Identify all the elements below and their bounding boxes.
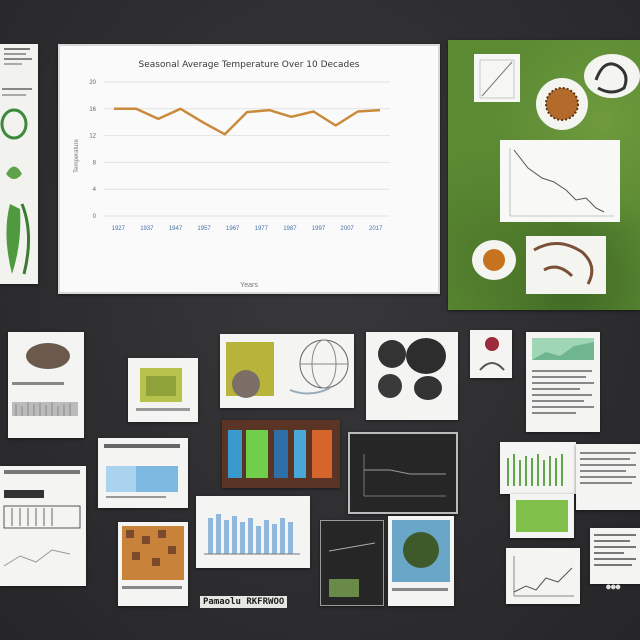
green-box-icon <box>136 368 190 411</box>
rock-shapes-icon <box>378 338 446 400</box>
lower-right-marker: ●●● <box>606 582 621 591</box>
flower-icon <box>479 337 505 371</box>
x-tick-label: 1947 <box>169 226 183 232</box>
text-lines-icon <box>580 452 636 484</box>
card-thumbnail-1 <box>8 332 84 438</box>
y-tick-label: 12 <box>89 134 96 140</box>
green-screen-icon <box>516 500 568 532</box>
table-sheet-icon <box>3 470 81 567</box>
x-tick-label: 1937 <box>140 226 154 232</box>
card-thumbnail-16 <box>576 444 640 510</box>
stone-icon <box>12 343 78 416</box>
chart-y-axis-title: Temperature <box>74 138 80 172</box>
blue-block-chart <box>104 444 180 498</box>
x-tick-label: 1987 <box>283 226 297 232</box>
x-tick-label: 1967 <box>226 226 240 232</box>
card-thumbnail-19 <box>590 528 640 584</box>
x-tick-label: 2017 <box>369 226 383 232</box>
dark-chart-icon <box>363 454 446 497</box>
series-line <box>114 107 381 136</box>
main-line-chart: Seasonal Average Temperature Over 10 Dec… <box>58 44 440 294</box>
y-tick-label: 0 <box>93 214 97 220</box>
x-tick-label: 1927 <box>112 226 126 232</box>
card-thumbnail-17 <box>510 494 574 538</box>
left-sidebar-sheet <box>0 44 38 284</box>
card-thumbnail-8 <box>222 420 340 488</box>
plant-sketch-icon <box>0 48 32 275</box>
card-thumbnail-12 <box>196 496 310 568</box>
bottom-label: Pamaolu RKFRWOO <box>200 596 288 608</box>
green-stripe-chart <box>507 454 563 486</box>
card-thumbnail-7 <box>98 438 188 508</box>
dark-sketch-icon <box>328 542 376 597</box>
mosaic-icon <box>122 526 184 589</box>
y-tick-label: 4 <box>93 187 97 193</box>
mini-line-chart <box>513 556 574 597</box>
card-thumbnail-2 <box>128 358 198 422</box>
green-panel-drawings <box>472 54 640 294</box>
card-thumbnail-10 <box>0 466 86 586</box>
card-thumbnail-4 <box>366 332 458 420</box>
colored-bars-icon <box>222 420 340 488</box>
card-thumbnail-18 <box>506 548 580 604</box>
circle-photo-icon <box>392 520 450 591</box>
card-thumbnail-6 <box>526 332 600 432</box>
card-thumbnail-9 <box>348 432 458 514</box>
chart-plot: 20 16 12 8 4 0 Temperature 1927 1937 1947 1957 1967… <box>74 80 390 232</box>
sphere-sketch-icon <box>226 339 349 398</box>
card-thumbnail-13 <box>320 520 384 606</box>
card-thumbnail-5 <box>470 330 512 378</box>
y-tick-label: 20 <box>89 80 96 86</box>
card-thumbnail-15 <box>500 442 576 494</box>
x-tick-label: 1957 <box>197 226 211 232</box>
card-thumbnail-3 <box>220 334 354 408</box>
card-thumbnail-11 <box>118 522 188 606</box>
text-block-icon <box>594 534 636 566</box>
y-tick-label: 8 <box>93 160 97 166</box>
chart-x-axis-title: Years <box>240 282 258 289</box>
collage-canvas: Seasonal Average Temperature Over 10 Dec… <box>0 0 640 640</box>
x-tick-label: 2007 <box>340 226 354 232</box>
x-tick-label: 1997 <box>312 226 326 232</box>
card-thumbnail-14 <box>388 516 454 606</box>
x-tick-label: 1977 <box>255 226 269 232</box>
y-tick-label: 16 <box>89 107 96 113</box>
green-collage-panel <box>448 40 640 310</box>
mini-area-chart <box>532 338 594 414</box>
blue-bar-chart <box>204 514 300 555</box>
